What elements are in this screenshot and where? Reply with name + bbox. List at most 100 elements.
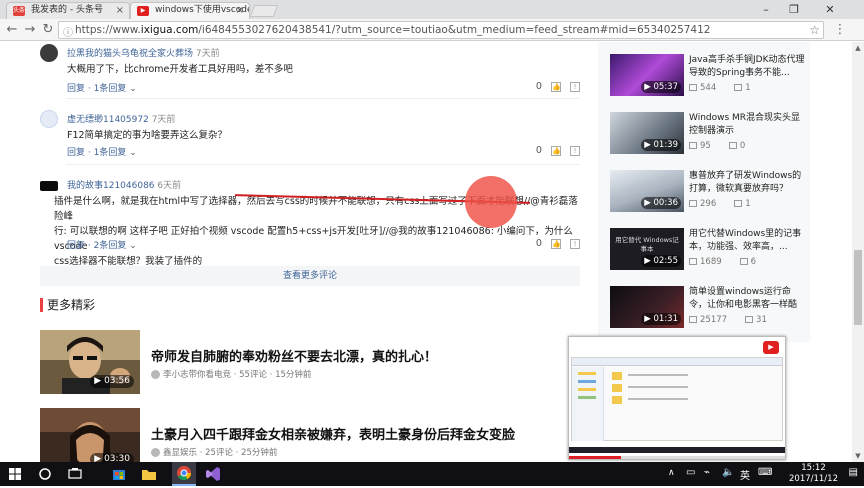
- ime-mode-label[interactable]: 英: [740, 467, 750, 482]
- video-thumbnail[interactable]: 用它替代 Windows记事本 ▶ 02:55: [610, 228, 684, 270]
- video-thumbnail[interactable]: ▶ 01:39: [610, 112, 684, 154]
- comment-likes[interactable]: 0 👍 !: [536, 145, 580, 156]
- video-thumbnail[interactable]: ▶ 01:31: [610, 286, 684, 328]
- avatar[interactable]: [40, 44, 58, 62]
- notification-icon[interactable]: ▤: [849, 467, 858, 478]
- tab-toutiao[interactable]: 头条 我发表的 - 头条号 ×: [6, 2, 130, 19]
- video-thumbnail[interactable]: ▶ 00:36: [610, 170, 684, 212]
- comment-likes[interactable]: 0 👍 !: [536, 81, 580, 92]
- related-item[interactable]: ▶ 01:39 Windows MR混合现实头显控制器演示 95 0: [610, 112, 806, 156]
- minimize-icon[interactable]: –: [752, 0, 780, 19]
- play-icon[interactable]: ▶: [763, 341, 779, 354]
- close-tab-icon[interactable]: ×: [116, 3, 124, 18]
- folder-icon[interactable]: [140, 465, 158, 483]
- toutiao-icon: 头条: [13, 6, 26, 16]
- related-item[interactable]: 用它替代 Windows记事本 ▶ 02:55 用它代替Windows里的记事本…: [610, 228, 806, 272]
- replies-link[interactable]: 1条回复: [94, 84, 127, 94]
- related-stats: 544 1: [689, 83, 751, 93]
- related-item[interactable]: ▶ 01:31 简单设置windows运行命令，让你和电影黑客一样酷 25177…: [610, 286, 806, 330]
- comment-actions: 回复 · 2条回复 ⌄: [67, 241, 137, 251]
- play-count-icon: [689, 316, 697, 323]
- comment-actions: 回复 · 1条回复 ⌄: [67, 84, 137, 94]
- clock-date: 2017/11/12: [789, 474, 838, 484]
- related-title[interactable]: 简单设置windows运行命令，让你和电影黑客一样酷: [689, 286, 805, 312]
- page-content: 拉黑我的猫头乌龟祝全家火葬场 7天前 大概用了下，比chrome开发者工具好用吗…: [0, 42, 864, 462]
- play-duration: ▶ 05:37: [641, 81, 681, 93]
- related-stats: 25177 31: [689, 315, 767, 325]
- back-arrow-icon[interactable]: ←: [4, 22, 20, 38]
- forward-arrow-icon[interactable]: →: [22, 22, 38, 38]
- menu-dots-icon[interactable]: ⋮: [832, 22, 848, 38]
- related-title[interactable]: 惠普放弃了研发Windows的打算，微软真要放弃吗？: [689, 170, 805, 196]
- new-tab-button[interactable]: [249, 5, 279, 17]
- replies-link[interactable]: 2条回复: [94, 241, 127, 251]
- video-thumbnail[interactable]: ▶ 03:56: [40, 330, 140, 394]
- reply-link[interactable]: 回复: [67, 84, 85, 94]
- bookmark-star-icon[interactable]: ☆: [809, 22, 820, 38]
- keyboard-icon[interactable]: ⌨: [758, 467, 772, 478]
- comment-likes[interactable]: 0 👍 !: [536, 238, 580, 249]
- close-window-icon[interactable]: ✕: [816, 0, 844, 19]
- scroll-up-icon[interactable]: ▲: [852, 42, 864, 54]
- comment-icon: [734, 84, 743, 91]
- restore-icon[interactable]: ❐: [780, 0, 808, 19]
- video-progress-bar[interactable]: [569, 456, 785, 459]
- author-avatar: [151, 370, 160, 379]
- visual-studio-icon[interactable]: [204, 465, 222, 483]
- divider: [66, 98, 580, 99]
- video-taskbar-strip: [569, 447, 785, 453]
- close-tab-icon[interactable]: ×: [236, 3, 244, 18]
- reply-link[interactable]: 回复: [67, 148, 85, 158]
- play-count-icon: [689, 84, 697, 91]
- task-view-icon[interactable]: [66, 465, 84, 483]
- related-item[interactable]: ▶ 00:36 惠普放弃了研发Windows的打算，微软真要放弃吗？ 296 1: [610, 170, 806, 214]
- avatar[interactable]: [40, 110, 58, 128]
- chevron-down-icon: ⌄: [129, 148, 137, 158]
- related-title[interactable]: Windows MR混合现实头显控制器演示: [689, 112, 805, 138]
- feed-title[interactable]: 帝师发自肺腑的奉劝粉丝不要去北漂，真的扎心！: [151, 346, 437, 365]
- store-icon[interactable]: [110, 465, 128, 483]
- report-icon: !: [570, 81, 580, 92]
- feed-item[interactable]: ▶ 03:56 帝师发自肺腑的奉劝粉丝不要去北漂，真的扎心！ 李小志带你看电竞 …: [40, 330, 580, 396]
- volume-icon[interactable]: 🔈: [722, 467, 734, 478]
- comment-user[interactable]: 虚无缥缈11405972 7天前: [67, 112, 175, 125]
- divider: [66, 164, 580, 165]
- floating-video-player[interactable]: ▶: [568, 336, 786, 460]
- video-thumbnail[interactable]: ▶ 05:37: [610, 54, 684, 96]
- comment-text: F12简单搞定的事为啥要弄这么复杂？: [67, 130, 228, 141]
- related-item[interactable]: ▶ 05:37 Java高手杀手锏JDK动态代理导致的Spring事务不能...…: [610, 54, 806, 98]
- taskbar-clock[interactable]: 15:12 2017/11/12: [789, 463, 838, 485]
- related-title[interactable]: Java高手杀手锏JDK动态代理导致的Spring事务不能...: [689, 54, 805, 80]
- comment-user[interactable]: 拉黑我的猫头乌龟祝全家火葬场 7天前: [67, 46, 220, 59]
- comment-item: 拉黑我的猫头乌龟祝全家火葬场 7天前 大概用了下，比chrome开发者工具好用吗…: [40, 44, 580, 94]
- related-videos: ▶ 05:37 Java高手杀手锏JDK动态代理导致的Spring事务不能...…: [598, 42, 810, 342]
- report-icon: !: [570, 145, 580, 156]
- tray-chevron-icon[interactable]: ∧: [668, 468, 675, 478]
- page-scrollbar[interactable]: ▲ ▼: [852, 42, 864, 462]
- system-tray: ∧ ▭ ⌁ 🔈 英 ⌨ 15:12 2017/11/12 ▤: [654, 462, 864, 486]
- scroll-down-icon[interactable]: ▼: [852, 450, 864, 462]
- play-count-icon: [689, 142, 697, 149]
- search-icon[interactable]: [36, 465, 54, 483]
- more-comments-button[interactable]: 查看更多评论: [40, 266, 580, 286]
- feed-item[interactable]: ▶ 03:30 土豪月入四千跟拜金女相亲被嫌弃，表明土豪身份后拜金女变脸 鑫显娱…: [40, 408, 580, 462]
- chrome-taskbar-button[interactable]: [172, 462, 196, 486]
- windows-start-icon[interactable]: [6, 465, 24, 483]
- video-thumbnail[interactable]: ▶ 03:30: [40, 408, 140, 462]
- related-title[interactable]: 用它代替Windows里的记事本，功能强、效率高，...: [689, 228, 805, 254]
- tab-ixigua[interactable]: ▶ windows下使用vscode编... ×: [130, 2, 250, 19]
- report-icon: !: [570, 238, 580, 249]
- url-input[interactable]: ⓘ https://www.ixigua.com/i64845530276204…: [58, 21, 824, 39]
- scrollbar-thumb[interactable]: [854, 250, 862, 325]
- address-bar: ← → ↻ ⓘ https://www.ixigua.com/i64845530…: [0, 19, 864, 41]
- info-icon[interactable]: ⓘ: [63, 24, 73, 39]
- avatar[interactable]: [40, 181, 58, 191]
- battery-icon[interactable]: ▭: [686, 467, 695, 478]
- reply-link[interactable]: 回复: [67, 241, 85, 251]
- feed-title[interactable]: 土豪月入四千跟拜金女相亲被嫌弃，表明土豪身份后拜金女变脸: [151, 424, 515, 443]
- network-icon[interactable]: ⌁: [704, 467, 710, 478]
- comment-user[interactable]: 我的故事121046086 6天前: [67, 178, 181, 191]
- reload-icon[interactable]: ↻: [40, 22, 56, 38]
- section-title: 更多精彩: [40, 298, 95, 312]
- replies-link[interactable]: 1条回复: [94, 148, 127, 158]
